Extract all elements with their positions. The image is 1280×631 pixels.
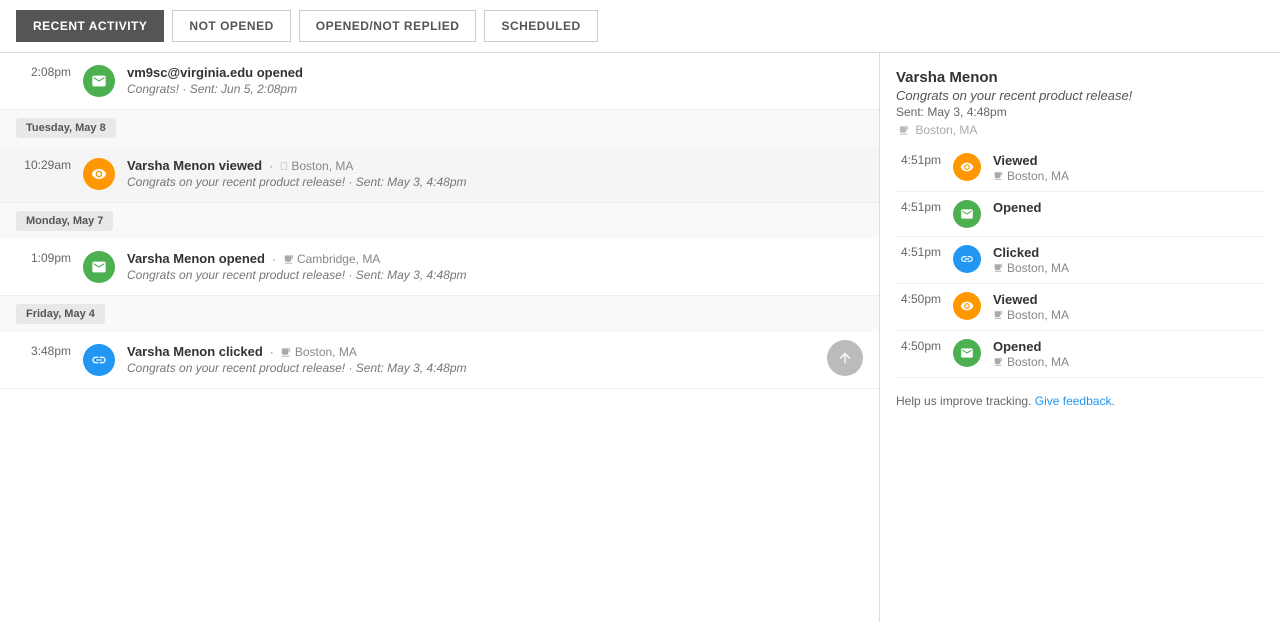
day-header-monday: Monday, May 7 — [0, 203, 879, 239]
day-header-tuesday: Tuesday, May 8 — [0, 110, 879, 146]
timeline-loc-text-3: Boston, MA — [1007, 261, 1069, 275]
scroll-up-button[interactable] — [827, 340, 863, 376]
timeline-loc-text-5: Boston, MA — [1007, 355, 1069, 369]
activity-sender-4: Varsha Menon clicked — [127, 344, 263, 359]
timeline-action-2: Opened — [993, 200, 1264, 215]
monitor-icon-2:  — [280, 161, 288, 173]
timeline-time-1: 4:51pm — [896, 153, 941, 167]
contact-sent: Sent: May 3, 4:48pm — [896, 105, 1264, 119]
activity-content-2: Varsha Menon viewed ·  Boston, MA Congr… — [127, 158, 863, 189]
timeline-action-1: Viewed — [993, 153, 1264, 168]
activity-sender-3: Varsha Menon opened — [127, 251, 265, 266]
timeline-time-2: 4:51pm — [896, 200, 941, 214]
feedback-text: Help us improve tracking. — [896, 394, 1031, 408]
activity-item-3[interactable]: 1:09pm Varsha Menon opened · Cambridge, … — [0, 239, 879, 296]
timeline-item-3: 4:51pm Clicked Boston, MA — [896, 237, 1264, 284]
timeline-content-5: Opened Boston, MA — [993, 339, 1264, 369]
location-text-2: Boston, MA — [291, 159, 353, 173]
timeline-time-5: 4:50pm — [896, 339, 941, 353]
contact-subject: Congrats on your recent product release! — [896, 88, 1264, 103]
view-icon-t4 — [953, 292, 981, 320]
activity-item-1[interactable]: 2:08pm vm9sc@virginia.edu opened Congrat… — [0, 53, 879, 110]
timeline-content-1: Viewed Boston, MA — [993, 153, 1264, 183]
activity-subtitle-3: Congrats on your recent product release!… — [127, 268, 863, 282]
timeline-action-5: Opened — [993, 339, 1264, 354]
timeline-loc-text-1: Boston, MA — [1007, 169, 1069, 183]
timeline-loc-text-4: Boston, MA — [1007, 308, 1069, 322]
main-container: 2:08pm vm9sc@virginia.edu opened Congrat… — [0, 53, 1280, 622]
timeline-item-1: 4:51pm Viewed Boston, MA — [896, 145, 1264, 192]
activity-content-3: Varsha Menon opened · Cambridge, MA Cong… — [127, 251, 863, 282]
activity-item-4[interactable]: 3:48pm Varsha Menon clicked · Boston, MA… — [0, 332, 879, 389]
activity-content-1: vm9sc@virginia.edu opened Congrats! · Se… — [127, 65, 863, 96]
activity-location-4: · Boston, MA — [266, 345, 356, 359]
timeline-item-5: 4:50pm Opened Boston, MA — [896, 331, 1264, 378]
timeline-action-4: Viewed — [993, 292, 1264, 307]
envelope-icon-3 — [83, 251, 115, 283]
day-badge-tuesday: Tuesday, May 8 — [16, 118, 116, 138]
timeline-content-3: Clicked Boston, MA — [993, 245, 1264, 275]
timeline-location-3: Boston, MA — [993, 261, 1264, 275]
location-text-3: Cambridge, MA — [297, 252, 380, 266]
envelope-icon-t5 — [953, 339, 981, 367]
view-icon-t1 — [953, 153, 981, 181]
contact-location-text: Boston, MA — [915, 123, 977, 137]
view-icon-2 — [83, 158, 115, 190]
activity-item-2[interactable]: 10:29am Varsha Menon viewed ·  Boston, … — [0, 146, 879, 203]
feedback-link[interactable]: Give feedback. — [1035, 394, 1115, 408]
activity-title-2: Varsha Menon viewed ·  Boston, MA — [127, 158, 863, 173]
activity-title-1: vm9sc@virginia.edu opened — [127, 65, 863, 80]
envelope-icon-1 — [83, 65, 115, 97]
day-badge-friday: Friday, May 4 — [16, 304, 105, 324]
activity-location-2: ·  Boston, MA — [266, 159, 354, 173]
click-icon-4 — [83, 344, 115, 376]
right-panel: Varsha Menon Congrats on your recent pro… — [880, 53, 1280, 622]
tab-scheduled[interactable]: SCHEDULED — [484, 10, 597, 42]
activity-subtitle-2: Congrats on your recent product release!… — [127, 175, 863, 189]
activity-title-4: Varsha Menon clicked · Boston, MA — [127, 344, 863, 359]
timeline-location-4: Boston, MA — [993, 308, 1264, 322]
activity-title-3: Varsha Menon opened · Cambridge, MA — [127, 251, 863, 266]
timeline-location-1: Boston, MA — [993, 169, 1264, 183]
day-badge-monday: Monday, May 7 — [16, 211, 113, 231]
day-header-friday: Friday, May 4 — [0, 296, 879, 332]
contact-location-top: Boston, MA — [896, 123, 1264, 137]
tab-recent-activity[interactable]: RECENT ACTIVITY — [16, 10, 164, 42]
timeline-location-5: Boston, MA — [993, 355, 1264, 369]
activity-subtitle-4: Congrats on your recent product release!… — [127, 361, 863, 375]
activity-sender-2: Varsha Menon viewed — [127, 158, 262, 173]
envelope-icon-t2 — [953, 200, 981, 228]
timeline-item-2: 4:51pm Opened — [896, 192, 1264, 237]
activity-location-3: · Cambridge, MA — [269, 252, 381, 266]
timeline-content-4: Viewed Boston, MA — [993, 292, 1264, 322]
activity-content-4: Varsha Menon clicked · Boston, MA Congra… — [127, 344, 863, 375]
timeline-time-4: 4:50pm — [896, 292, 941, 306]
timeline-content-2: Opened — [993, 200, 1264, 215]
activity-feed: 2:08pm vm9sc@virginia.edu opened Congrat… — [0, 53, 880, 622]
timeline-time-3: 4:51pm — [896, 245, 941, 259]
activity-sender-1: vm9sc@virginia.edu opened — [127, 65, 303, 80]
time-1: 2:08pm — [16, 65, 71, 79]
tab-not-opened[interactable]: NOT OPENED — [172, 10, 290, 42]
tab-opened-not-replied[interactable]: OPENED/NOT REPLIED — [299, 10, 477, 42]
click-icon-t3 — [953, 245, 981, 273]
activity-subtitle-1: Congrats! · Sent: Jun 5, 2:08pm — [127, 82, 863, 96]
feedback-section: Help us improve tracking. Give feedback. — [896, 394, 1264, 408]
time-4: 3:48pm — [16, 344, 71, 358]
time-3: 1:09pm — [16, 251, 71, 265]
time-2: 10:29am — [16, 158, 71, 172]
contact-name: Varsha Menon — [896, 69, 1264, 86]
timeline-action-3: Clicked — [993, 245, 1264, 260]
timeline-item-4: 4:50pm Viewed Boston, MA — [896, 284, 1264, 331]
location-text-4: Boston, MA — [295, 345, 357, 359]
tab-bar: RECENT ACTIVITY NOT OPENED OPENED/NOT RE… — [0, 0, 1280, 53]
